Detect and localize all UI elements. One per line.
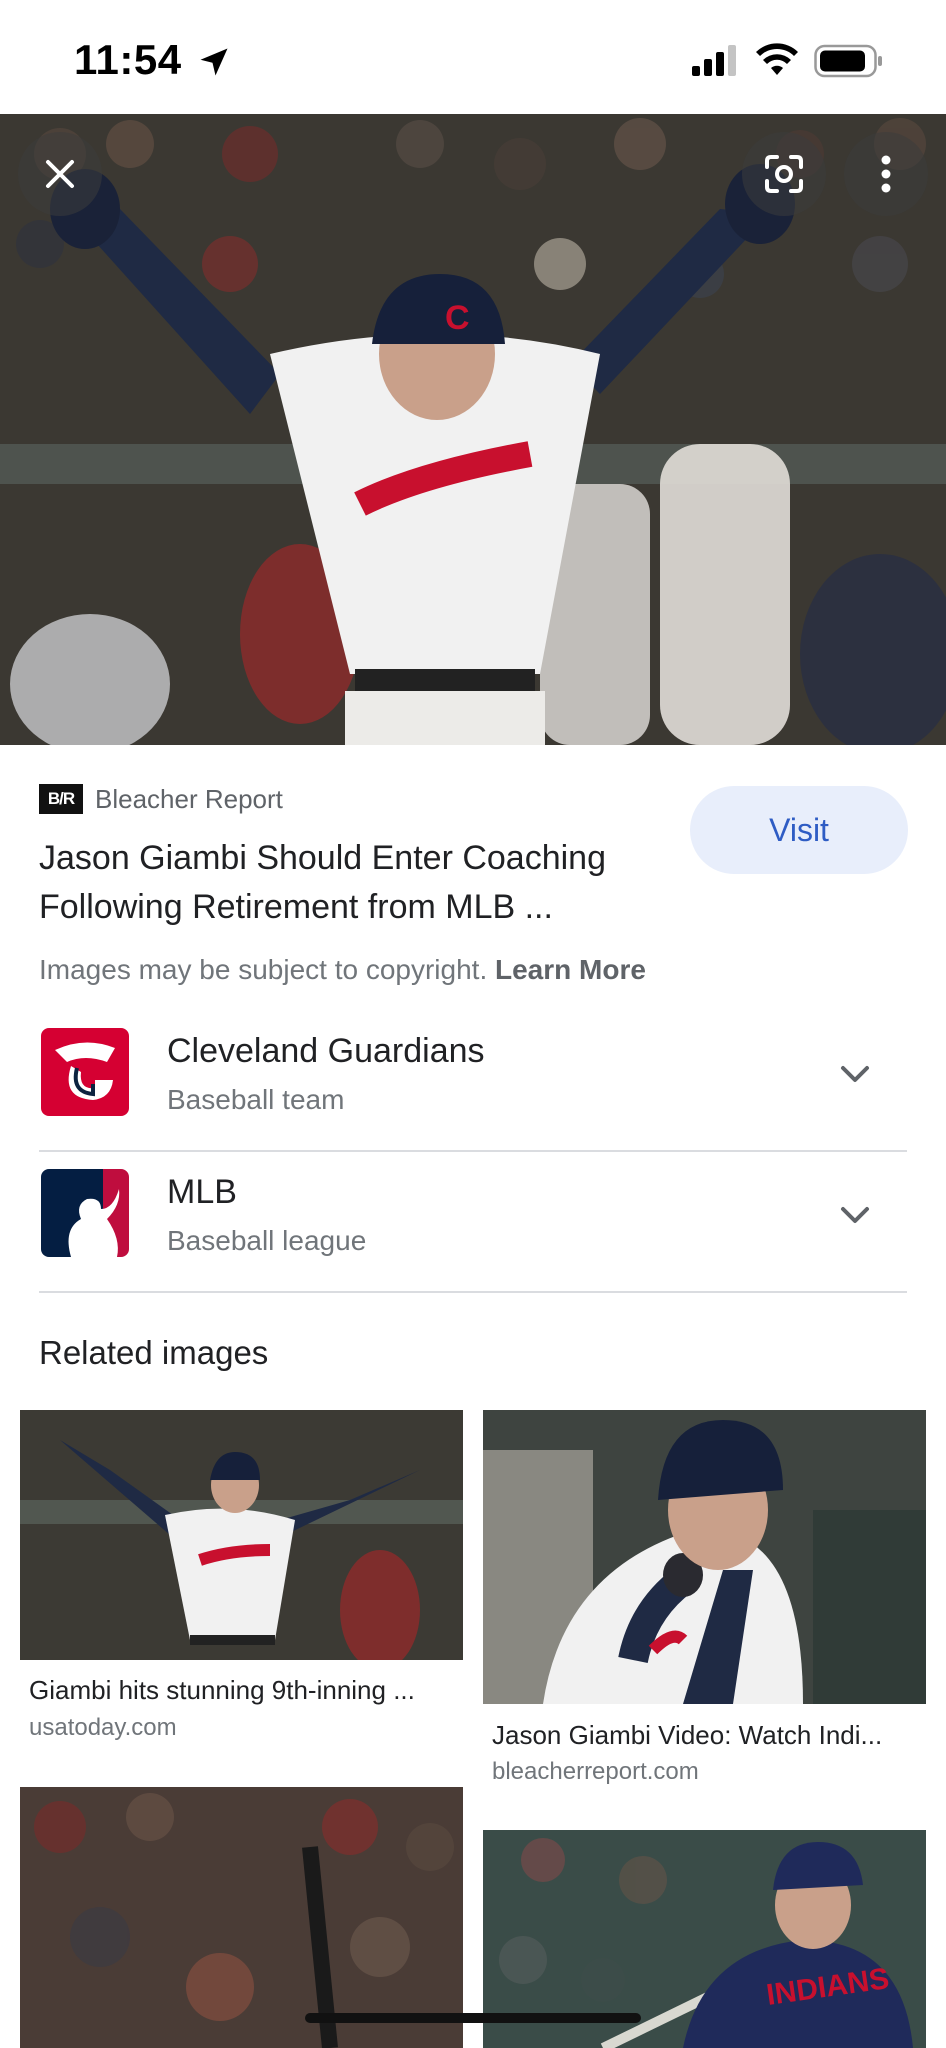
entity-title: Cleveland Guardians: [167, 1032, 485, 1070]
result-title[interactable]: Jason Giambi Should Enter Coaching Follo…: [39, 834, 669, 932]
hero-image[interactable]: C: [0, 114, 946, 745]
chevron-down-icon[interactable]: [835, 1054, 875, 1094]
entity-subtitle: Baseball league: [167, 1225, 367, 1256]
copyright-notice: Images may be subject to copyright. Lear…: [39, 954, 646, 986]
more-options-button[interactable]: [844, 132, 928, 216]
visit-button[interactable]: Visit: [690, 786, 908, 874]
status-bar: 11:54: [0, 0, 946, 114]
mlb-logo-icon: [41, 1169, 129, 1257]
battery-icon: [814, 44, 882, 78]
related-image-caption[interactable]: Jason Giambi Video: Watch Indi...: [492, 1720, 922, 1751]
entity-subtitle: Baseball team: [167, 1084, 345, 1115]
google-lens-icon: [765, 155, 803, 193]
location-arrow-icon: [200, 48, 228, 76]
source-name: Bleacher Report: [95, 783, 283, 814]
home-indicator[interactable]: [305, 2013, 641, 2023]
learn-more-link[interactable]: Learn More: [495, 954, 646, 985]
source-logo: B/R: [39, 784, 83, 814]
related-image-thumbnail[interactable]: [20, 1787, 463, 2048]
related-image-domain: bleacherreport.com: [492, 1758, 699, 1785]
related-image-thumbnail[interactable]: [20, 1410, 463, 1660]
wifi-icon: [756, 43, 798, 75]
more-vertical-icon: [881, 155, 891, 193]
close-button[interactable]: [18, 132, 102, 216]
chevron-down-icon[interactable]: [835, 1195, 875, 1235]
status-time: 11:54: [74, 36, 182, 83]
entity-row-cleveland-guardians[interactable]: Cleveland Guardians Baseball team: [39, 1012, 907, 1152]
entity-title: MLB: [167, 1173, 237, 1211]
copyright-text: Images may be subject to copyright.: [39, 954, 488, 985]
svg-text:C: C: [445, 299, 470, 337]
close-icon: [46, 160, 74, 188]
related-image-domain: usatoday.com: [29, 1714, 177, 1741]
cellular-signal-icon: [692, 45, 736, 76]
related-image-thumbnail[interactable]: [483, 1410, 926, 1704]
entity-row-mlb[interactable]: MLB Baseball league: [39, 1153, 907, 1293]
related-image-caption[interactable]: Giambi hits stunning 9th-inning ...: [29, 1675, 459, 1706]
source-row[interactable]: B/R Bleacher Report: [39, 782, 283, 816]
related-images-heading: Related images: [39, 1334, 269, 1371]
guardians-logo-icon: [41, 1028, 129, 1116]
google-lens-button[interactable]: [742, 132, 826, 216]
